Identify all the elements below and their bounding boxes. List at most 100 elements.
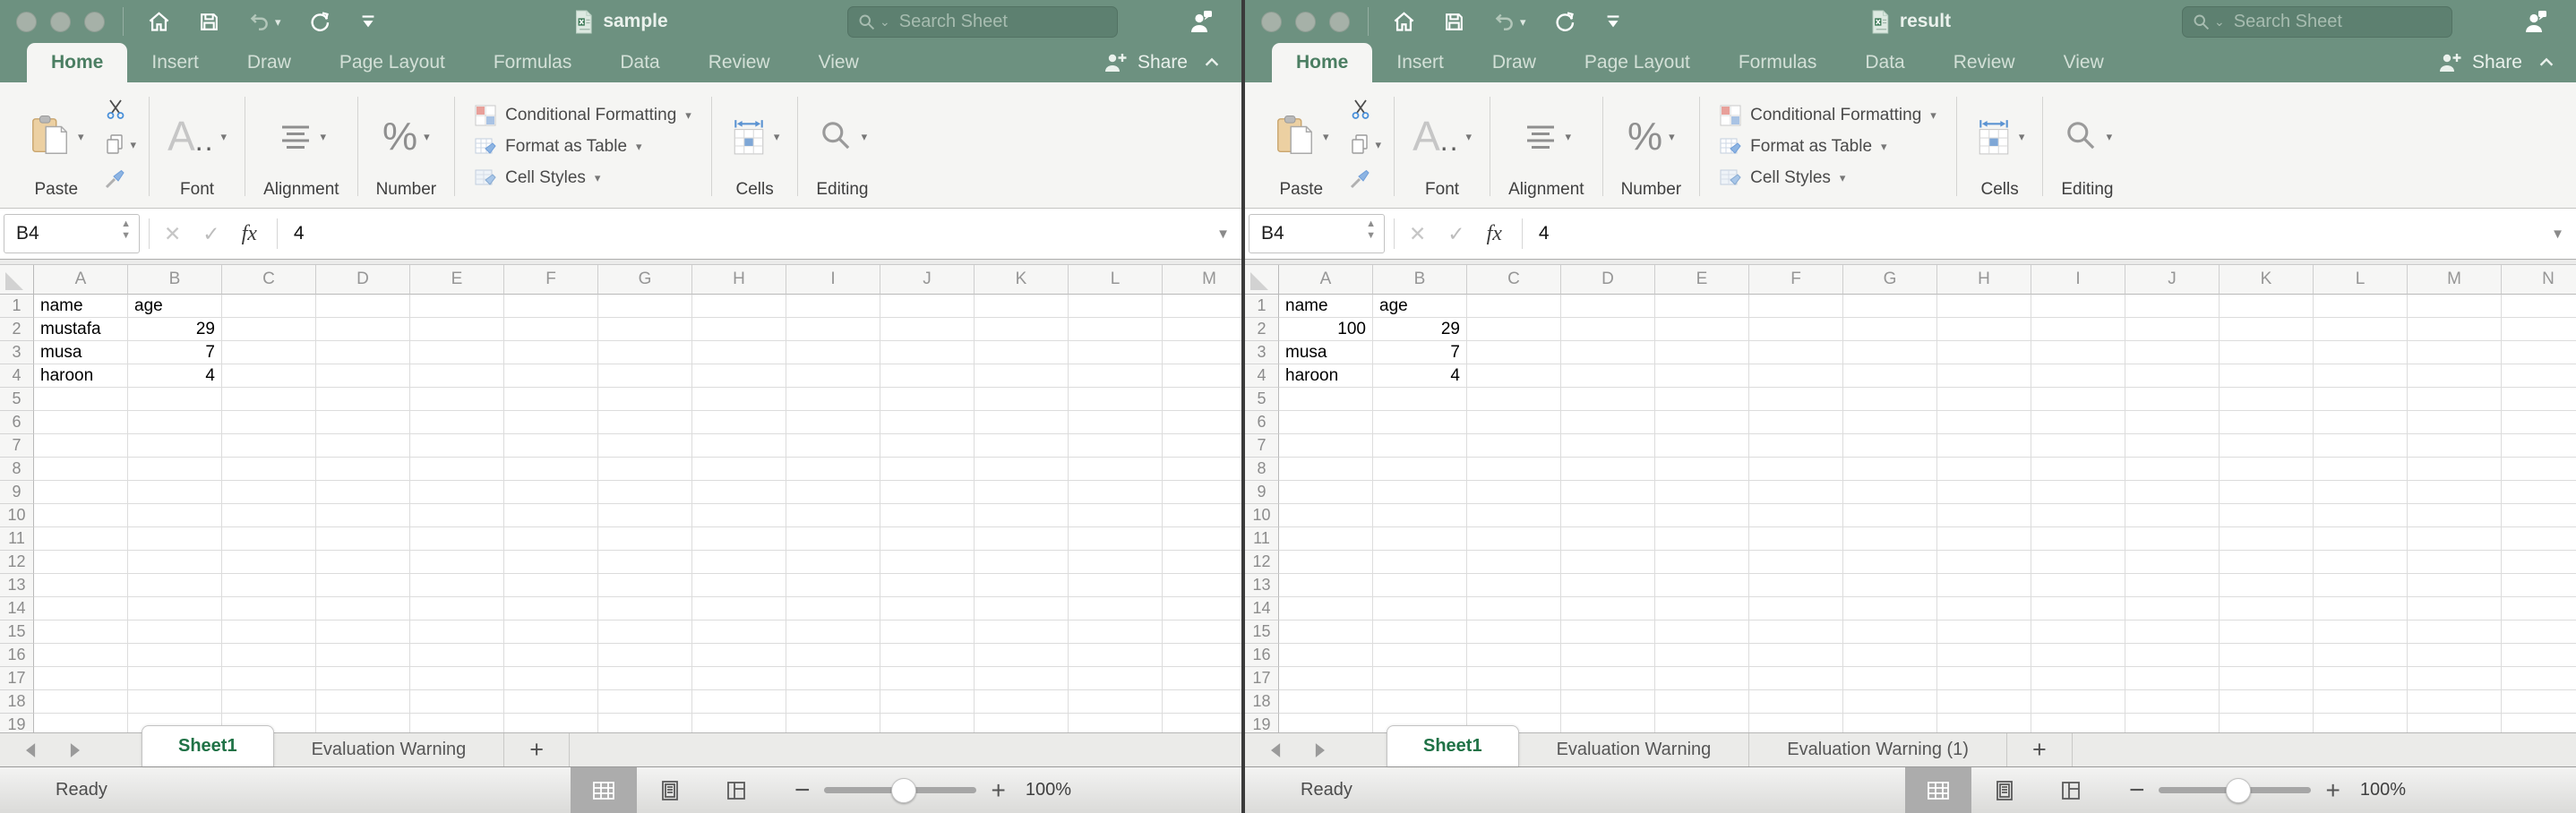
zoom-in-icon[interactable]: + — [991, 778, 1005, 803]
fullscreen-button[interactable] — [84, 12, 105, 32]
cell-I18[interactable] — [786, 690, 880, 714]
cell-N9[interactable] — [2502, 481, 2576, 504]
cell-G6[interactable] — [598, 411, 692, 434]
cell-L14[interactable] — [1069, 597, 1163, 620]
cell-H8[interactable] — [1937, 458, 2031, 481]
close-button[interactable] — [1261, 12, 1282, 32]
cell-H3[interactable] — [692, 341, 786, 364]
cell-C4[interactable] — [222, 364, 316, 388]
cell-C13[interactable] — [1467, 574, 1561, 597]
cell-G7[interactable] — [1843, 434, 1937, 458]
cell-K15[interactable] — [2220, 620, 2314, 644]
minimize-button[interactable] — [1295, 12, 1316, 32]
cell-F5[interactable] — [504, 388, 598, 411]
confirm-entry-icon[interactable]: ✓ — [1437, 222, 1475, 246]
cell-L18[interactable] — [1069, 690, 1163, 714]
cell-I14[interactable] — [2031, 597, 2125, 620]
cell-G9[interactable] — [598, 481, 692, 504]
font-group-button[interactable]: A.. ▾ Font — [153, 88, 241, 205]
cell-J4[interactable] — [2125, 364, 2220, 388]
cell-K2[interactable] — [2220, 318, 2314, 341]
cell-I10[interactable] — [2031, 504, 2125, 527]
cell-K10[interactable] — [975, 504, 1069, 527]
column-header-J[interactable]: J — [2125, 265, 2220, 295]
cell-B2[interactable]: 29 — [128, 318, 222, 341]
cell-N5[interactable] — [2502, 388, 2576, 411]
font-dropdown-icon[interactable]: ▾ — [221, 131, 228, 142]
cell-L12[interactable] — [2314, 551, 2408, 574]
cell-C9[interactable] — [222, 481, 316, 504]
alignment-dropdown-icon[interactable]: ▾ — [321, 131, 327, 142]
cell-B1[interactable]: age — [1373, 295, 1467, 318]
cell-H1[interactable] — [1937, 295, 2031, 318]
cell-B4[interactable]: 4 — [128, 364, 222, 388]
sheet-nav-right-icon[interactable] — [1314, 742, 1327, 758]
cell-G11[interactable] — [1843, 527, 1937, 551]
cell-A19[interactable] — [34, 714, 128, 732]
cell-D17[interactable] — [1561, 667, 1655, 690]
cut-icon[interactable] — [1349, 98, 1372, 121]
ribbon-tab-insert[interactable]: Insert — [1372, 43, 1468, 82]
cell-G14[interactable] — [1843, 597, 1937, 620]
row-header-6[interactable]: 6 — [0, 411, 34, 434]
cell-A13[interactable] — [34, 574, 128, 597]
cell-C6[interactable] — [222, 411, 316, 434]
cell-L1[interactable] — [2314, 295, 2408, 318]
editing-group-button[interactable]: ▾ Editing — [802, 88, 882, 205]
cell-L17[interactable] — [1069, 667, 1163, 690]
cell-N8[interactable] — [2502, 458, 2576, 481]
cell-E17[interactable] — [1655, 667, 1749, 690]
column-header-M[interactable]: M — [2408, 265, 2502, 295]
row-header-15[interactable]: 15 — [1245, 620, 1279, 644]
cell-B18[interactable] — [1373, 690, 1467, 714]
cell-M1[interactable] — [1163, 295, 1241, 318]
cell-M4[interactable] — [1163, 364, 1241, 388]
cell-C10[interactable] — [1467, 504, 1561, 527]
cell-D11[interactable] — [316, 527, 410, 551]
cells-dropdown-icon[interactable]: ▾ — [2019, 131, 2025, 142]
cell-B6[interactable] — [128, 411, 222, 434]
cell-A17[interactable] — [34, 667, 128, 690]
cell-A4[interactable]: haroon — [34, 364, 128, 388]
cell-D1[interactable] — [316, 295, 410, 318]
paste-button[interactable]: ▾ Paste — [1259, 88, 1344, 205]
cell-C15[interactable] — [1467, 620, 1561, 644]
cell-G15[interactable] — [598, 620, 692, 644]
cell-A10[interactable] — [1279, 504, 1373, 527]
cell-A18[interactable] — [34, 690, 128, 714]
cell-C5[interactable] — [1467, 388, 1561, 411]
cell-A2[interactable]: mustafa — [34, 318, 128, 341]
cell-B11[interactable] — [1373, 527, 1467, 551]
row-header-16[interactable]: 16 — [1245, 644, 1279, 667]
row-header-4[interactable]: 4 — [1245, 364, 1279, 388]
cell-I3[interactable] — [786, 341, 880, 364]
cell-C1[interactable] — [222, 295, 316, 318]
column-header-I[interactable]: I — [2031, 265, 2125, 295]
font-group-button[interactable]: A.. ▾ Font — [1398, 88, 1486, 205]
font-dropdown-icon[interactable]: ▾ — [1466, 131, 1473, 142]
cell-D14[interactable] — [1561, 597, 1655, 620]
redo-icon[interactable] — [1553, 10, 1576, 33]
row-header-13[interactable]: 13 — [1245, 574, 1279, 597]
cell-J10[interactable] — [2125, 504, 2220, 527]
row-header-10[interactable]: 10 — [0, 504, 34, 527]
name-box-stepper[interactable]: ▲▼ — [121, 219, 131, 241]
cell-M8[interactable] — [2408, 458, 2502, 481]
search-scope-dropdown-icon[interactable]: ⌄ — [880, 14, 890, 30]
cell-N3[interactable] — [2502, 341, 2576, 364]
cell-J3[interactable] — [2125, 341, 2220, 364]
cell-E14[interactable] — [1655, 597, 1749, 620]
cell-I10[interactable] — [786, 504, 880, 527]
cell-L7[interactable] — [2314, 434, 2408, 458]
undo-dropdown-icon[interactable]: ▾ — [1520, 16, 1526, 28]
row-header-18[interactable]: 18 — [1245, 690, 1279, 714]
cell-E4[interactable] — [1655, 364, 1749, 388]
format-painter-icon[interactable] — [1349, 168, 1372, 190]
cell-L2[interactable] — [1069, 318, 1163, 341]
cell-C16[interactable] — [1467, 644, 1561, 667]
row-header-12[interactable]: 12 — [1245, 551, 1279, 574]
cell-L7[interactable] — [1069, 434, 1163, 458]
cell-A12[interactable] — [1279, 551, 1373, 574]
cell-K3[interactable] — [975, 341, 1069, 364]
cell-E7[interactable] — [410, 434, 504, 458]
